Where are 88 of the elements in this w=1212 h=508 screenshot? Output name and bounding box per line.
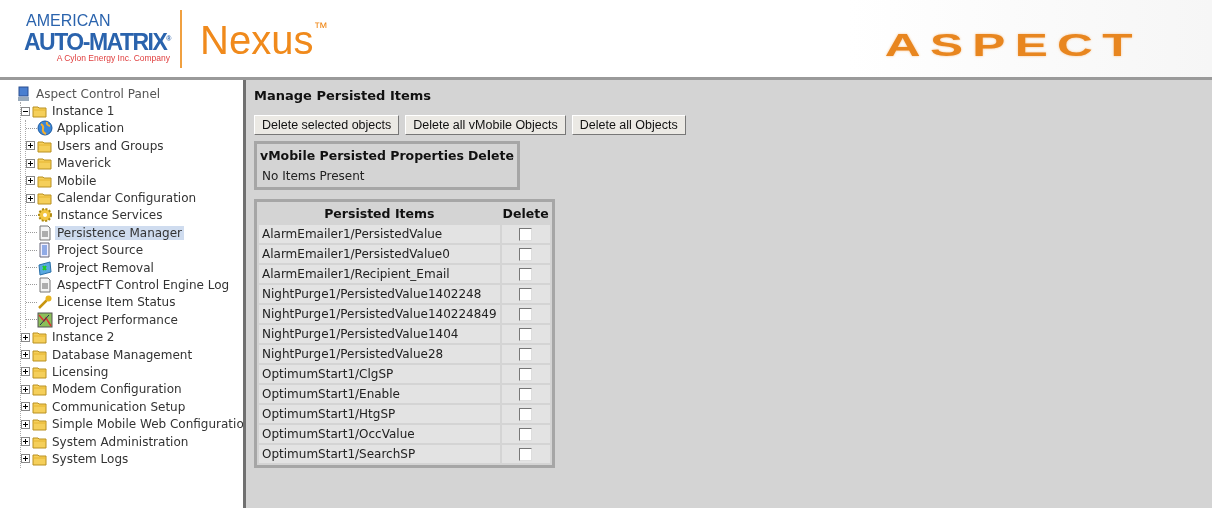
- folder-icon: [32, 416, 48, 433]
- tree-item[interactable]: Users and Groups: [55, 138, 166, 153]
- delete-checkbox[interactable]: [519, 248, 533, 261]
- removal-icon: [37, 259, 53, 276]
- gear-icon: [37, 207, 53, 224]
- brand-logo-name: AUTO-MATRIX$^{®}$: [24, 27, 171, 53]
- table-cell: OptimumStart1/Enable: [259, 385, 500, 403]
- expand-toggle[interactable]: [21, 419, 30, 429]
- aspect-logo: ASPECT: [885, 27, 1142, 64]
- tree-item[interactable]: Licensing: [50, 364, 111, 379]
- table-cell: OptimumStart1/ClgSP: [259, 365, 500, 383]
- table-cell: NightPurge1/PersistedValue28: [259, 345, 500, 363]
- tree-item[interactable]: Maverick: [55, 156, 113, 171]
- table-cell: OptimumStart1/SearchSP: [259, 445, 500, 463]
- delete-button[interactable]: Delete all vMobile Objects: [405, 115, 566, 135]
- delete-checkbox[interactable]: [519, 308, 533, 321]
- delete-checkbox[interactable]: [519, 288, 533, 301]
- expand-toggle[interactable]: [21, 402, 30, 412]
- table-cell: AlarmEmailer1/PersistedValue0: [259, 245, 500, 263]
- folder-icon: [32, 381, 48, 398]
- table-cell: OptimumStart1/OccValue: [259, 425, 500, 443]
- delete-checkbox[interactable]: [519, 448, 533, 461]
- delete-button[interactable]: Delete all Objects: [571, 115, 686, 135]
- tree-item[interactable]: Project Removal: [55, 260, 156, 275]
- expand-toggle[interactable]: [21, 367, 30, 377]
- tree-item[interactable]: Project Source: [55, 243, 146, 258]
- folder-icon: [37, 155, 53, 172]
- table-cell: AlarmEmailer1/PersistedValue: [259, 225, 500, 243]
- tree-item[interactable]: System Logs: [50, 451, 131, 466]
- delete-checkbox[interactable]: [519, 348, 533, 361]
- column-header: Delete: [501, 205, 550, 223]
- tree-item[interactable]: Simple Mobile Web Configuratio: [50, 417, 243, 432]
- delete-checkbox[interactable]: [519, 368, 533, 381]
- table-cell: OptimumStart1/HtgSP: [259, 405, 500, 423]
- table-cell: NightPurge1/PersistedValue1402248: [259, 285, 500, 303]
- brand-tagline: A Cylon Energy Inc. Company: [56, 52, 171, 65]
- tree-item[interactable]: License Item Status: [55, 295, 178, 310]
- tree-item[interactable]: Instance Services: [55, 208, 165, 223]
- expand-toggle[interactable]: [26, 176, 35, 186]
- document-icon: [37, 224, 53, 241]
- tree-item[interactable]: AspectFT Control Engine Log: [55, 278, 232, 292]
- tree-item[interactable]: Communication Setup: [50, 399, 188, 414]
- folder-icon: [32, 329, 48, 346]
- page-title: Manage Persisted Items: [254, 88, 433, 103]
- table-cell: NightPurge1/PersistedValue140224849: [259, 305, 500, 323]
- delete-checkbox[interactable]: [519, 328, 533, 341]
- brand-logo-text: AMERICAN: [25, 12, 111, 28]
- table-cell: AlarmEmailer1/Recipient_Email: [259, 265, 500, 283]
- collapse-toggle[interactable]: [21, 106, 30, 116]
- delete-button[interactable]: Delete selected objects: [254, 115, 400, 135]
- chart-icon: [37, 311, 53, 328]
- expand-toggle[interactable]: [21, 437, 30, 446]
- tree-item[interactable]: Calendar Configuration: [55, 191, 199, 206]
- tree-item[interactable]: Instance 2: [50, 330, 117, 345]
- document-icon: [37, 277, 53, 293]
- tree-item[interactable]: Aspect Control Panel: [34, 86, 163, 101]
- tree-item[interactable]: Project Performance: [55, 312, 180, 327]
- tree-item[interactable]: Modem Configuration: [50, 382, 184, 397]
- delete-checkbox[interactable]: [519, 408, 533, 421]
- tree-item[interactable]: Mobile: [55, 173, 99, 188]
- computer-icon: [16, 85, 32, 102]
- delete-checkbox[interactable]: [519, 428, 533, 441]
- tree-item[interactable]: System Administration: [50, 434, 191, 449]
- folder-icon: [32, 103, 48, 120]
- delete-checkbox[interactable]: [519, 268, 533, 281]
- globe-icon: [37, 120, 53, 137]
- expand-toggle[interactable]: [21, 384, 30, 394]
- table-cell: NightPurge1/PersistedValue1404: [259, 325, 500, 343]
- empty-message: No Items Present: [261, 168, 366, 185]
- expand-toggle[interactable]: [21, 332, 30, 342]
- delete-checkbox[interactable]: [519, 228, 533, 241]
- delete-checkbox[interactable]: [519, 388, 533, 401]
- column-header: Delete: [466, 147, 515, 165]
- list-document-icon: [37, 242, 53, 259]
- expand-toggle[interactable]: [26, 141, 35, 151]
- tree-item[interactable]: Instance 1: [50, 104, 117, 119]
- expand-toggle[interactable]: [21, 350, 30, 360]
- product-name: Nexus$^{™}$: [200, 17, 328, 60]
- tree-item[interactable]: Persistence Manager: [55, 225, 185, 240]
- tree-item[interactable]: Database Management: [50, 347, 195, 362]
- expand-toggle[interactable]: [26, 193, 35, 203]
- expand-toggle[interactable]: [21, 454, 30, 464]
- folder-icon: [37, 190, 53, 207]
- column-header: vMobile Persisted Properties: [259, 147, 465, 165]
- tree-item[interactable]: Application: [55, 121, 127, 136]
- column-header: Persisted Items: [323, 205, 436, 223]
- key-icon: [37, 294, 53, 311]
- expand-toggle[interactable]: [26, 158, 35, 168]
